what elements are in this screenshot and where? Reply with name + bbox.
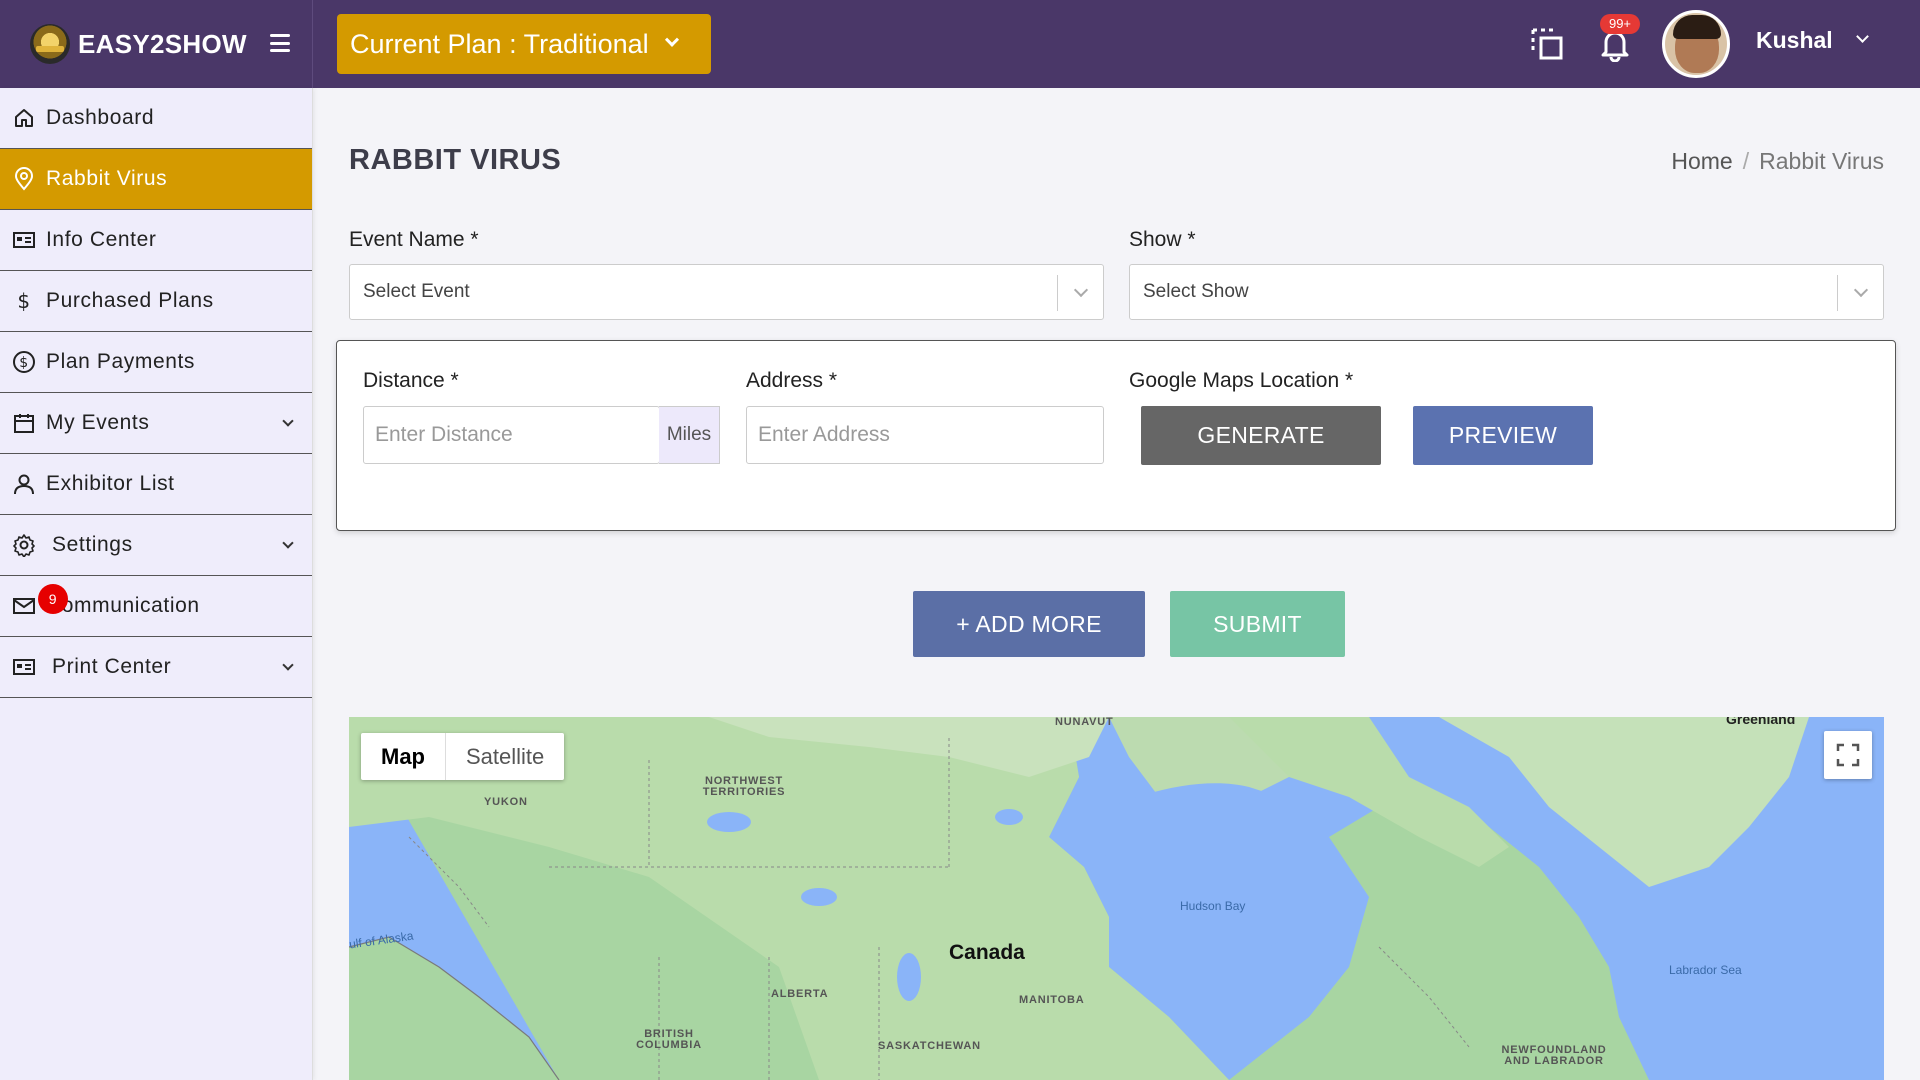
dollar-icon: $ (12, 289, 36, 313)
copy-icon[interactable] (1529, 26, 1565, 62)
map-pin-icon (12, 167, 36, 191)
communication-badge: 9 (38, 584, 68, 614)
show-select-value: Select Show (1143, 281, 1249, 302)
breadcrumb-current: Rabbit Virus (1759, 148, 1884, 174)
chevron-down-icon (1073, 282, 1089, 298)
chevron-down-icon (282, 537, 294, 549)
sidebar-item-communication[interactable]: Communication 9 (0, 576, 312, 637)
sidebar: Dashboard Rabbit Virus Info Center $ Pur… (0, 88, 313, 1080)
brand[interactable]: EASY2SHOW (0, 0, 313, 88)
generate-button[interactable]: GENERATE (1141, 406, 1381, 465)
sidebar-item-my-events[interactable]: My Events (0, 393, 312, 454)
map-type-map-button[interactable]: Map (361, 733, 446, 780)
top-bar: EASY2SHOW Current Plan : Traditional 99+… (0, 0, 1920, 88)
avatar[interactable] (1662, 10, 1730, 78)
sidebar-item-label: Rabbit Virus (46, 167, 168, 190)
sidebar-item-label: Purchased Plans (46, 289, 214, 312)
event-name-label: Event Name * (349, 228, 479, 251)
map-label: YUKON (484, 796, 528, 808)
sidebar-item-label: Exhibitor List (46, 472, 175, 495)
svg-text:$: $ (19, 355, 29, 371)
sidebar-item-purchased-plans[interactable]: $ Purchased Plans (0, 271, 312, 332)
user-name[interactable]: Kushal (1756, 27, 1833, 54)
menu-toggle-icon[interactable] (270, 34, 290, 52)
map-label: Greenland (1726, 717, 1796, 727)
fullscreen-icon (1836, 743, 1860, 767)
map-type-control: Map Satellite (361, 733, 565, 780)
sidebar-item-exhibitor-list[interactable]: Exhibitor List (0, 454, 312, 515)
chevron-down-icon (282, 659, 294, 671)
chevron-down-icon (282, 415, 294, 427)
google-maps-location-label: Google Maps Location * (1129, 369, 1354, 392)
preview-button[interactable]: PREVIEW (1413, 406, 1593, 465)
calendar-icon (12, 411, 36, 435)
show-label: Show * (1129, 228, 1196, 251)
chevron-down-icon (1853, 282, 1869, 298)
event-select-value: Select Event (363, 281, 470, 302)
sidebar-item-info-center[interactable]: Info Center (0, 210, 312, 271)
user-icon (12, 472, 36, 496)
map-label: NEWFOUNDLAND AND LABRADOR (1501, 1044, 1607, 1067)
address-input[interactable]: Enter Address (746, 406, 1104, 464)
id-card-icon (12, 228, 36, 252)
sidebar-item-label: Settings (52, 533, 133, 556)
chevron-down-icon (664, 32, 679, 47)
page-title: RABBIT VIRUS (349, 144, 562, 176)
map-label: Hudson Bay (1180, 899, 1246, 913)
map-terrain (349, 717, 1884, 1080)
mail-icon (12, 594, 36, 618)
sidebar-item-settings[interactable]: Settings (0, 515, 312, 576)
distance-input[interactable]: Enter Distance (363, 406, 660, 464)
address-placeholder: Enter Address (758, 423, 890, 446)
sidebar-item-plan-payments[interactable]: $ Plan Payments (0, 332, 312, 393)
current-plan-label: Current Plan : Traditional (350, 28, 649, 59)
map-label: Canada (949, 941, 1025, 964)
current-plan-button[interactable]: Current Plan : Traditional (337, 14, 711, 74)
event-select[interactable]: Select Event (349, 264, 1104, 320)
sidebar-item-label: Communication (46, 594, 200, 617)
submit-button[interactable]: SUBMIT (1170, 591, 1345, 657)
map-type-satellite-button[interactable]: Satellite (446, 733, 564, 780)
map-label: NORTHWEST TERRITORIES (702, 775, 786, 798)
map-label: MANITOBA (1019, 994, 1085, 1006)
map-label: NUNAVUT (1055, 717, 1114, 728)
breadcrumb-separator: / (1742, 148, 1750, 174)
distance-unit-addon: Miles (659, 406, 720, 464)
sidebar-item-rabbit-virus[interactable]: Rabbit Virus (0, 149, 312, 210)
breadcrumb-home[interactable]: Home (1671, 148, 1732, 174)
fullscreen-button[interactable] (1824, 731, 1872, 779)
distance-label: Distance * (363, 369, 459, 392)
svg-text:$: $ (17, 289, 30, 313)
sidebar-item-print-center[interactable]: Print Center (0, 637, 312, 698)
map-label: ALBERTA (771, 988, 829, 1000)
id-card-icon (12, 655, 36, 679)
sidebar-item-label: Plan Payments (46, 350, 196, 373)
sidebar-item-label: My Events (46, 411, 150, 434)
show-select[interactable]: Select Show (1129, 264, 1884, 320)
gear-icon (12, 533, 36, 557)
distance-placeholder: Enter Distance (375, 423, 513, 446)
brand-logo (30, 24, 70, 64)
sidebar-item-label: Info Center (46, 228, 157, 251)
map[interactable]: Map Satellite NUNAVUT Greenland NORTHWES… (349, 717, 1884, 1080)
dollar-circle-icon: $ (12, 350, 36, 374)
home-icon (12, 106, 36, 130)
breadcrumb: Home / Rabbit Virus (1671, 148, 1884, 175)
address-label: Address * (746, 369, 838, 392)
brand-name: EASY2SHOW (78, 28, 247, 59)
sidebar-item-label: Dashboard (46, 106, 155, 129)
select-divider (1057, 275, 1058, 311)
map-label: BRITISH COLUMBIA (636, 1028, 702, 1051)
map-label: Labrador Sea (1669, 963, 1742, 977)
select-divider (1837, 275, 1838, 311)
chevron-down-icon[interactable] (1856, 30, 1869, 43)
sidebar-item-dashboard[interactable]: Dashboard (0, 88, 312, 149)
notification-badge: 99+ (1600, 14, 1640, 34)
add-more-button[interactable]: + ADD MORE (913, 591, 1145, 657)
sidebar-item-label: Print Center (52, 655, 172, 678)
map-label: SASKATCHEWAN (878, 1040, 981, 1052)
